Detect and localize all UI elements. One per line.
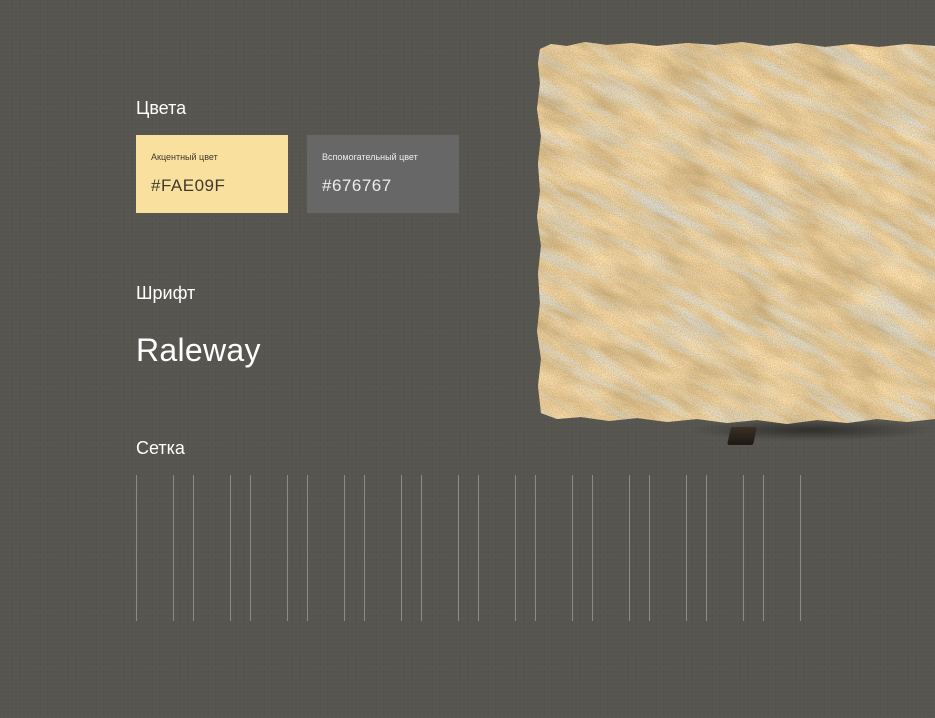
accent-color-swatch: Акцентный цвет #FAE09F: [136, 135, 288, 213]
grid-column-right-edge: [686, 475, 687, 621]
grid-column-right-edge: [629, 475, 630, 621]
grid-column-right-edge: [800, 475, 801, 621]
colors-heading: Цвета: [136, 98, 187, 118]
granite-texture-icon: [537, 42, 935, 424]
grid-column-right-edge: [572, 475, 573, 621]
grid-column-left-edge: [535, 475, 536, 621]
grid-column-right-edge: [173, 475, 174, 621]
grid-column-left-edge: [478, 475, 479, 621]
grid-column-right-edge: [401, 475, 402, 621]
font-heading: Шрифт: [136, 283, 196, 303]
secondary-color-hex: #676767: [322, 176, 392, 195]
grid-column-left-edge: [364, 475, 365, 621]
grid-column-right-edge: [743, 475, 744, 621]
grid-column-right-edge: [230, 475, 231, 621]
grid-heading: Сетка: [136, 438, 185, 458]
grid-column-left-edge: [421, 475, 422, 621]
grid-column-left-edge: [649, 475, 650, 621]
grid-columns-diagram: [136, 475, 801, 621]
font-sample: Raleway: [136, 332, 261, 368]
grid-column-left-edge: [307, 475, 308, 621]
grid-column-left-edge: [136, 475, 137, 621]
accent-color-hex: #FAE09F: [151, 176, 226, 195]
grid-column-right-edge: [458, 475, 459, 621]
secondary-color-label: Вспомогательный цвет: [322, 152, 418, 162]
slab-stand: [727, 427, 757, 445]
granite-slab-image: [537, 41, 935, 451]
grid-column-left-edge: [592, 475, 593, 621]
accent-color-label: Акцентный цвет: [151, 152, 218, 162]
grid-column-left-edge: [250, 475, 251, 621]
grid-column-right-edge: [344, 475, 345, 621]
grid-column-left-edge: [763, 475, 764, 621]
grid-column-left-edge: [706, 475, 707, 621]
grid-column-right-edge: [287, 475, 288, 621]
secondary-color-swatch: Вспомогательный цвет #676767: [307, 135, 459, 213]
grid-column-right-edge: [515, 475, 516, 621]
grid-column-left-edge: [193, 475, 194, 621]
